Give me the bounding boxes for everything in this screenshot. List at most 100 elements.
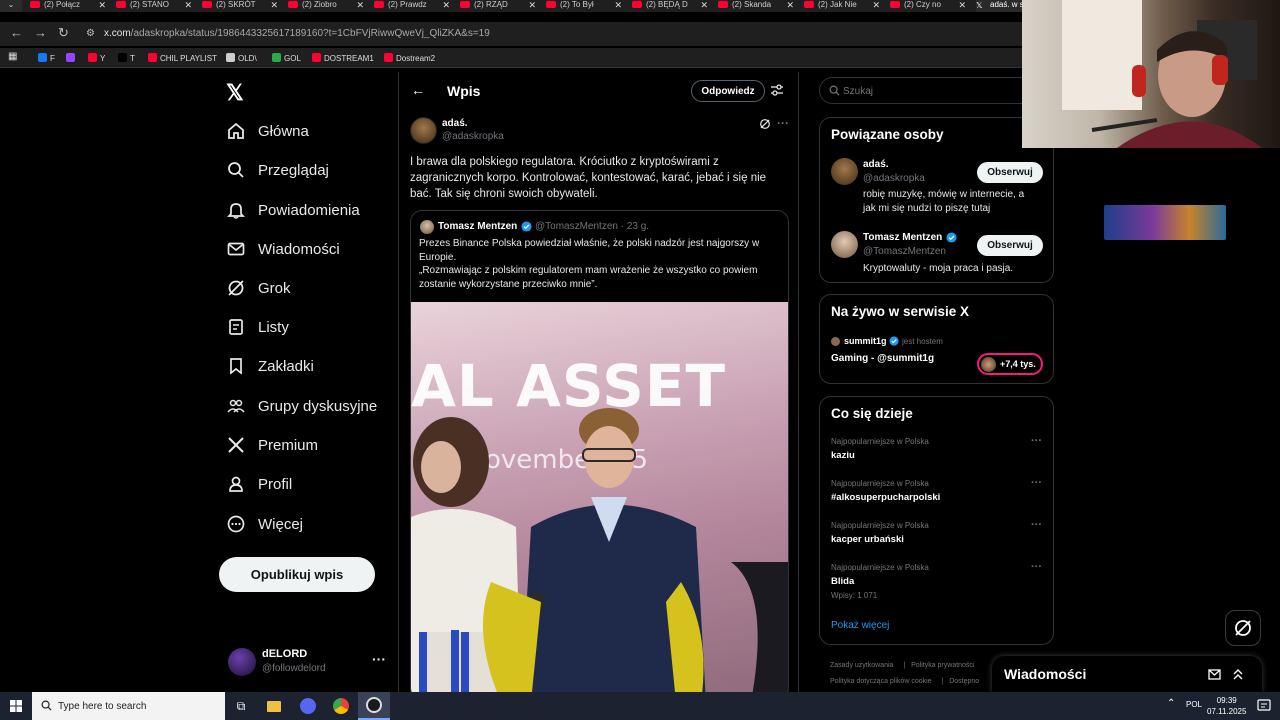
- nav-item-communities[interactable]: Grupy dyskusyjne: [226, 392, 377, 420]
- back-icon[interactable]: ←: [10, 25, 23, 40]
- nav-item-home[interactable]: Główna: [226, 117, 309, 145]
- taskbar-obs[interactable]: [358, 692, 390, 720]
- footer-link[interactable]: Polityka prywatności: [911, 662, 974, 669]
- close-tab-icon[interactable]: ✕: [442, 0, 450, 10]
- sponsor-banner[interactable]: [1104, 205, 1226, 240]
- quoted-post[interactable]: Tomasz Mentzen @TomaszMentzen · 23 g. Pr…: [410, 210, 789, 700]
- tray-chevron-up-icon[interactable]: ⌃: [1167, 698, 1175, 709]
- browser-tab[interactable]: (2) Ziobro ✕: [288, 0, 364, 12]
- nav-item-list[interactable]: Listy: [226, 313, 289, 341]
- author-avatar[interactable]: [410, 117, 437, 144]
- close-tab-icon[interactable]: ✕: [700, 0, 708, 10]
- site-settings-icon[interactable]: ⚙: [86, 28, 95, 39]
- forward-icon[interactable]: →: [34, 25, 47, 40]
- tray-language[interactable]: POL: [1186, 700, 1202, 709]
- browser-tab[interactable]: (2) SKRÓT ✕: [202, 0, 278, 12]
- author-handle[interactable]: @adaskropka: [442, 131, 504, 142]
- browser-tab[interactable]: (2) Prawdz ✕: [374, 0, 450, 12]
- nav-item-bell[interactable]: Powiadomienia: [226, 196, 360, 224]
- bookmark-item[interactable]: CHIL PLAYLIST: [148, 53, 217, 63]
- notification-center-icon[interactable]: [1257, 698, 1271, 712]
- grok-icon[interactable]: [759, 118, 771, 130]
- person-name[interactable]: adaś.: [863, 159, 889, 170]
- close-tab-icon[interactable]: ✕: [356, 0, 364, 10]
- post-button[interactable]: Opublikuj wpis: [219, 557, 375, 592]
- trend-more-icon[interactable]: ···: [1031, 519, 1042, 531]
- follow-button[interactable]: Obserwuj: [977, 162, 1043, 183]
- trend-more-icon[interactable]: ···: [1031, 435, 1042, 447]
- browser-tab[interactable]: (2) To Był ✕: [546, 0, 622, 12]
- person-handle[interactable]: @adaskropka: [863, 173, 925, 184]
- browser-tab[interactable]: (2) STANO ✕: [116, 0, 192, 12]
- close-tab-icon[interactable]: ✕: [270, 0, 278, 10]
- start-button[interactable]: [0, 692, 32, 720]
- bookmark-item[interactable]: GOL: [272, 53, 301, 63]
- bookmark-item[interactable]: T: [118, 53, 135, 63]
- show-more-link[interactable]: Pokaż więcej: [831, 620, 889, 631]
- bookmark-item[interactable]: DOSTREAM1: [312, 53, 374, 63]
- browser-tab[interactable]: (2) Czy no ✕: [890, 0, 966, 12]
- bookmark-item[interactable]: [66, 53, 78, 63]
- taskbar-search[interactable]: [32, 692, 225, 720]
- close-tab-icon[interactable]: ✕: [958, 0, 966, 10]
- nav-item-person[interactable]: Profil: [226, 470, 292, 498]
- host-name[interactable]: summit1g: [844, 336, 887, 346]
- browser-tab[interactable]: (2) BĘDĄ D ✕: [632, 0, 708, 12]
- quote-photo[interactable]: AL ASSET ovembe 025: [411, 302, 788, 699]
- browser-tab[interactable]: (2) Skanda ✕: [718, 0, 794, 12]
- close-tab-icon[interactable]: ✕: [614, 0, 622, 10]
- reply-button[interactable]: Odpowiedz: [691, 80, 765, 102]
- trend-more-icon[interactable]: ···: [1031, 561, 1042, 573]
- follow-button[interactable]: Obserwuj: [977, 235, 1043, 256]
- new-message-icon[interactable]: [1208, 668, 1222, 680]
- apps-grid-icon[interactable]: ▦: [8, 51, 17, 62]
- taskbar-file-explorer[interactable]: [258, 692, 290, 720]
- bookmark-item[interactable]: Y: [88, 53, 105, 63]
- x-logo-icon[interactable]: 𝕏: [226, 80, 244, 106]
- reload-icon[interactable]: ↻: [58, 25, 69, 41]
- live-stream-title[interactable]: Gaming - @summit1g: [831, 353, 934, 364]
- footer-link[interactable]: Zasady użytkowania: [830, 662, 893, 669]
- footer-link[interactable]: Dostępno: [949, 678, 979, 685]
- nav-item-mail[interactable]: Wiadomości: [226, 235, 340, 263]
- avatar[interactable]: [831, 231, 858, 258]
- browser-tab[interactable]: (2) Połącz ✕: [30, 0, 106, 12]
- tray-clock[interactable]: 09:39 07.11.2025: [1207, 695, 1246, 717]
- person-handle[interactable]: @TomaszMentzen: [863, 246, 946, 257]
- browser-tab[interactable]: (2) Jak Nie ✕: [804, 0, 880, 12]
- search-box[interactable]: [819, 77, 1054, 104]
- post-more-icon[interactable]: ···: [777, 116, 789, 130]
- chevron-up-icon[interactable]: [1232, 667, 1244, 681]
- url-field[interactable]: x.com/adaskropka/status/1986443325617189…: [104, 28, 490, 39]
- bookmark-item[interactable]: Dostream2: [384, 53, 435, 63]
- taskbar-search-input[interactable]: [58, 698, 218, 714]
- nav-item-more-circle[interactable]: Więcej: [226, 510, 303, 538]
- close-tab-icon[interactable]: ✕: [184, 0, 192, 10]
- trend-more-icon[interactable]: ···: [1031, 477, 1042, 489]
- tab-list-button[interactable]: ⌄: [0, 0, 22, 12]
- messages-drawer[interactable]: Wiadomości: [992, 656, 1262, 692]
- back-arrow-icon[interactable]: ←: [411, 82, 425, 98]
- close-tab-icon[interactable]: ✕: [528, 0, 536, 10]
- nav-item-search[interactable]: Przeglądaj: [226, 156, 329, 184]
- taskbar-discord[interactable]: [292, 692, 324, 720]
- footer-link[interactable]: Polityka dotycząca plików cookie: [830, 678, 932, 685]
- taskbar-chrome[interactable]: [325, 692, 357, 720]
- nav-item-grok[interactable]: Grok: [226, 274, 291, 302]
- close-tab-icon[interactable]: ✕: [786, 0, 794, 10]
- bookmark-item[interactable]: F: [38, 53, 55, 63]
- grok-floating-button[interactable]: [1225, 610, 1261, 646]
- author-name[interactable]: adaś.: [442, 118, 468, 129]
- live-listeners-pill[interactable]: +7,4 tys.: [977, 353, 1043, 375]
- browser-tab[interactable]: (2) RZĄD ✕: [460, 0, 536, 12]
- close-tab-icon[interactable]: ✕: [98, 0, 106, 10]
- nav-item-bookmark[interactable]: Zakładki: [226, 352, 314, 380]
- account-switcher[interactable]: dELORD @followdelord ···: [228, 645, 388, 679]
- bookmark-item[interactable]: OLD\: [226, 53, 257, 63]
- avatar[interactable]: [831, 158, 858, 185]
- search-input[interactable]: [843, 83, 1033, 99]
- close-tab-icon[interactable]: ✕: [872, 0, 880, 10]
- person-name[interactable]: Tomasz Mentzen: [863, 232, 942, 243]
- nav-item-x[interactable]: Premium: [226, 431, 318, 459]
- settings-sliders-icon[interactable]: [770, 83, 784, 97]
